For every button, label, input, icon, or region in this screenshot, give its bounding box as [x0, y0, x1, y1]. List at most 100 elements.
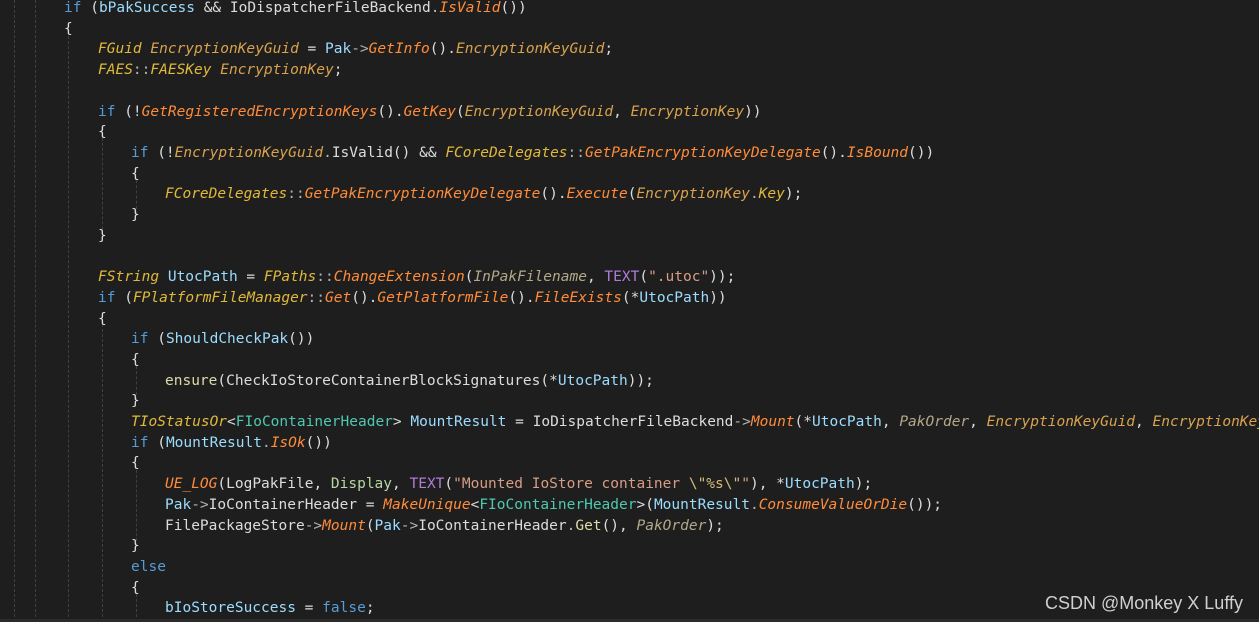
- code-token: }: [98, 227, 107, 244]
- code-token: UtocPath: [812, 414, 882, 430]
- code-token: IsValid() &&: [331, 144, 446, 161]
- code-token: IoDispatcherFileBackend: [229, 0, 431, 16]
- code-line[interactable]: Pak->IoContainerHeader = MakeUnique<FIoC…: [165, 495, 942, 515]
- code-line[interactable]: TIoStatusOr<FIoContainerHeader> MountRes…: [131, 412, 1259, 432]
- code-token: EncryptionKey: [630, 103, 745, 120]
- code-token: <: [227, 414, 236, 430]
- code-token: ->: [304, 517, 323, 534]
- code-token: FGuid: [98, 41, 142, 58]
- code-line[interactable]: else: [131, 557, 166, 577]
- code-token: ::: [567, 144, 585, 161]
- code-token: "Mounted IoStore container: [453, 476, 689, 493]
- code-token: if: [98, 103, 116, 120]
- code-line[interactable]: }: [131, 391, 140, 411]
- code-token: (!: [148, 144, 175, 161]
- code-token: if: [131, 434, 149, 451]
- code-token: )): [709, 289, 727, 306]
- code-token: FPlatformFileManager: [132, 289, 308, 306]
- code-line[interactable]: if (!EncryptionKeyGuid.IsValid() && FCor…: [131, 143, 934, 163]
- code-line[interactable]: {: [131, 350, 140, 370]
- code-line[interactable]: }: [131, 536, 140, 556]
- code-line[interactable]: if (ShouldCheckPak()): [131, 329, 314, 349]
- code-token: (: [455, 103, 465, 120]
- code-token: ().: [508, 289, 535, 306]
- code-line[interactable]: {: [131, 164, 140, 184]
- code-token: Key: [758, 186, 785, 203]
- code-token: ().: [540, 186, 567, 203]
- code-token: FilePackageStore: [165, 517, 305, 534]
- code-token: UtocPath: [784, 476, 855, 493]
- code-line[interactable]: FGuid EncryptionKeyGuid = Pak->GetInfo()…: [98, 39, 613, 59]
- code-token: ChangeExtension: [333, 269, 465, 286]
- code-token: ".utoc": [648, 269, 710, 286]
- code-token: ());: [907, 496, 943, 513]
- indent-guide: [136, 470, 137, 546]
- code-token: ()): [305, 434, 332, 451]
- code-token: ->: [733, 414, 751, 430]
- code-line[interactable]: FAES::FAESKey EncryptionKey;: [98, 60, 342, 80]
- code-token: false: [322, 600, 366, 617]
- code-token: {: [98, 124, 107, 141]
- code-editor[interactable]: if (bPakSuccess && IoDispatcherFileBacke…: [0, 0, 1259, 622]
- code-token: .: [261, 434, 271, 451]
- code-token: ().: [429, 41, 456, 58]
- indent-guide: [136, 594, 137, 622]
- code-token: {: [98, 310, 107, 327]
- code-line[interactable]: UE_LOG(LogPakFile, Display, TEXT("Mounte…: [165, 474, 872, 494]
- code-token: {: [64, 20, 73, 37]
- code-token: (: [217, 372, 227, 389]
- code-line[interactable]: if (FPlatformFileManager::Get().GetPlatf…: [98, 288, 727, 308]
- code-token: IoContainerHeader: [208, 496, 358, 513]
- code-token: UtocPath: [167, 269, 238, 286]
- code-token: EncryptionKey: [636, 186, 750, 203]
- code-token: );: [854, 476, 873, 493]
- code-token: &&: [194, 0, 230, 16]
- code-line[interactable]: FilePackageStore->Mount(Pak->IoContainer…: [165, 516, 724, 536]
- code-token: UtocPath: [557, 372, 628, 389]
- code-token: ,: [392, 476, 410, 493]
- code-token: >(: [636, 496, 654, 513]
- code-line[interactable]: FString UtocPath = FPaths::ChangeExtensi…: [98, 267, 735, 287]
- code-line[interactable]: ensure(CheckIoStoreContainerBlockSignatu…: [165, 371, 654, 391]
- code-token: ;: [333, 62, 343, 79]
- code-token: ().: [351, 289, 378, 306]
- code-token: FAESKey: [150, 62, 212, 79]
- code-line[interactable]: bIoStoreSuccess = false;: [165, 598, 375, 618]
- code-token: .: [749, 186, 759, 203]
- code-line[interactable]: }: [131, 205, 140, 225]
- code-token: =: [295, 600, 323, 617]
- code-token: (: [81, 0, 99, 16]
- code-token: if: [131, 144, 149, 161]
- watermark-text: CSDN @Monkey X Luffy: [1044, 593, 1243, 613]
- code-token: Get: [325, 289, 352, 306]
- code-line[interactable]: {: [98, 122, 107, 142]
- code-line[interactable]: if (MountResult.IsOk()): [131, 433, 332, 453]
- code-token: (: [217, 476, 227, 493]
- code-token: ::: [287, 186, 305, 203]
- code-line[interactable]: }: [98, 226, 107, 246]
- code-line[interactable]: {: [98, 309, 107, 329]
- code-line[interactable]: if (bPakSuccess && IoDispatcherFileBacke…: [64, 0, 527, 18]
- code-line[interactable]: {: [131, 578, 140, 598]
- code-line[interactable]: if (!GetRegisteredEncryptionKeys().GetKe…: [98, 102, 762, 122]
- code-token: Display: [330, 476, 393, 493]
- code-token: ;: [365, 600, 375, 617]
- code-line[interactable]: {: [131, 453, 140, 473]
- code-token: ,: [586, 269, 605, 286]
- code-token: ,: [613, 103, 631, 120]
- code-token: PakOrder: [636, 517, 707, 534]
- code-token: Execute: [566, 186, 628, 203]
- code-token: UE_LOG: [165, 476, 218, 493]
- code-line[interactable]: {: [64, 19, 73, 39]
- code-token: )): [744, 103, 762, 120]
- code-line[interactable]: FCoreDelegates::GetPakEncryptionKeyDeleg…: [165, 184, 802, 204]
- code-token: else: [131, 558, 166, 575]
- code-token: Pak: [374, 517, 401, 534]
- code-token: {: [131, 579, 140, 596]
- code-token: =: [506, 414, 533, 430]
- code-token: Mount: [750, 414, 795, 430]
- code-token: ::: [316, 269, 334, 286]
- code-token: PakOrder: [899, 414, 970, 430]
- code-token: IsValid: [439, 0, 501, 16]
